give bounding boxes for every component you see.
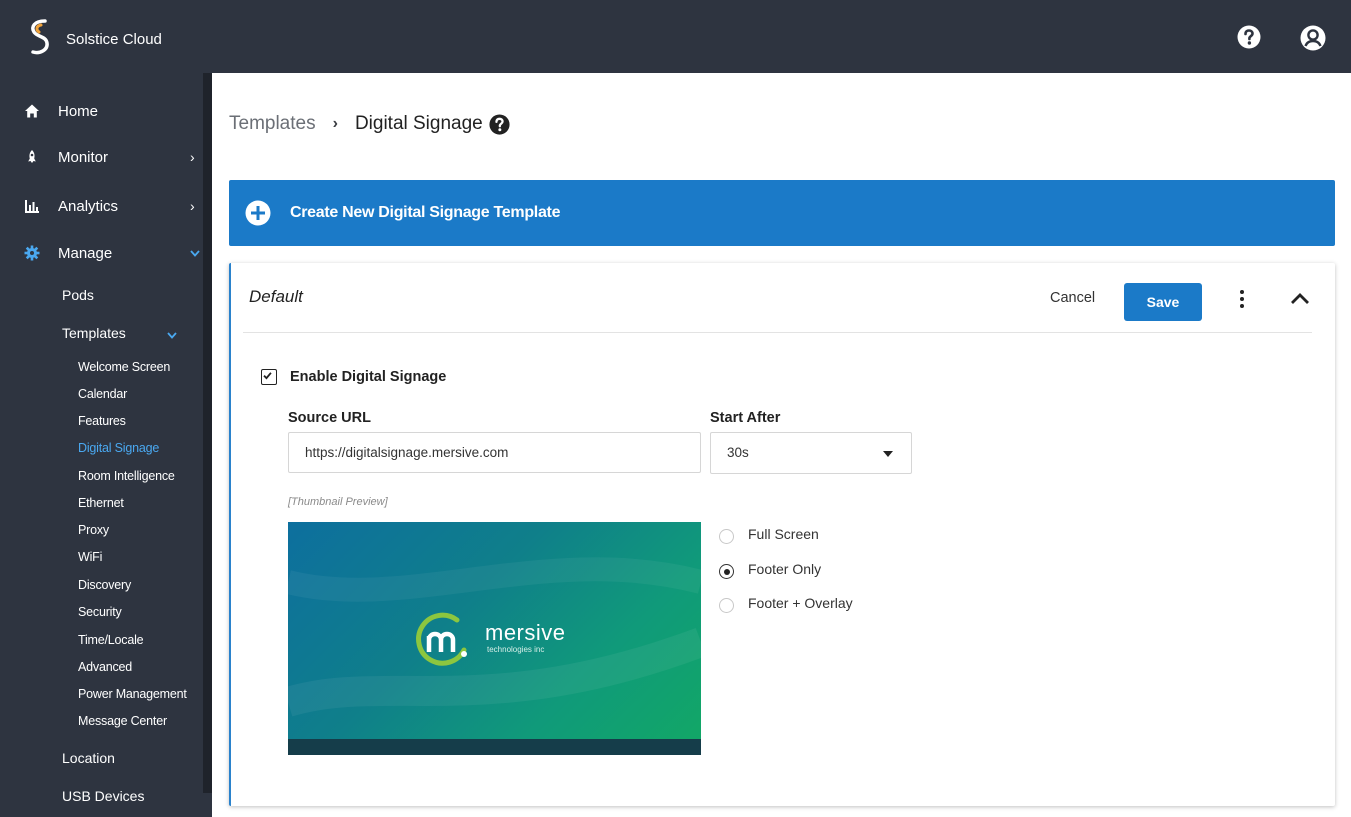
source-url-label: Source URL [288,410,371,426]
mersive-logo-icon [416,612,467,666]
sidebar-item-room-intelligence[interactable]: Room Intelligence [78,469,175,483]
sidebar-item-home[interactable]: Home [0,91,203,131]
sidebar-item-manage[interactable]: Manage [0,233,203,273]
radio-footer-only[interactable] [719,564,734,579]
card-divider [243,332,1312,333]
start-after-value: 30s [727,445,749,460]
sidebar-item-label: Home [58,102,99,120]
chevron-up-icon[interactable] [1289,289,1311,309]
sidebar-item-digital-signage[interactable]: Digital Signage [78,441,159,455]
user-account-icon[interactable] [1300,25,1326,51]
sidebar-item-usb-devices[interactable]: USB Devices [62,788,144,804]
start-after-label: Start After [710,410,781,426]
chevron-down-icon [167,332,177,339]
chevron-right-icon: › [190,149,195,165]
bar-chart-icon [25,200,39,213]
sidebar-item-discovery[interactable]: Discovery [78,578,131,592]
thumbnail-brand-sub: technologies inc [487,645,545,654]
radio-label-full-screen: Full Screen [748,526,819,542]
radio-full-screen[interactable] [719,529,734,544]
sidebar-item-advanced[interactable]: Advanced [78,660,132,674]
sidebar-item-ethernet[interactable]: Ethernet [78,496,124,510]
save-button[interactable]: Save [1124,283,1202,321]
plus-circle-icon [245,200,271,226]
checkmark-icon [263,372,272,380]
thumbnail-preview: mersive technologies inc [288,522,701,755]
app-name: Solstice Cloud [66,31,162,48]
create-template-button[interactable]: Create New Digital Signage Template [229,180,1335,246]
sidebar-item-label: Manage [58,244,113,262]
sidebar-item-message-center[interactable]: Message Center [78,714,167,728]
radio-label-footer-overlay: Footer + Overlay [748,595,853,611]
breadcrumb-separator-icon: › [332,115,338,132]
thumbnail-caption: [Thumbnail Preview] [288,496,388,508]
rocket-icon [28,150,36,163]
solstice-logo-icon[interactable] [26,17,54,57]
template-card: Default Cancel Save Enable Digital Signa… [229,263,1335,806]
sidebar-item-location[interactable]: Location [62,750,115,766]
enable-digital-signage-checkbox[interactable] [261,369,277,385]
chevron-down-icon [190,250,200,257]
sidebar-item-welcome-screen[interactable]: Welcome Screen [78,360,170,374]
sidebar-item-time-locale[interactable]: Time/Locale [78,633,144,647]
breadcrumb: Templates › Digital Signage [229,113,510,135]
radio-footer-overlay[interactable] [719,598,734,613]
start-after-select[interactable]: 30s [710,432,912,474]
top-bar: Solstice Cloud [0,0,1351,73]
template-name: Default [249,287,303,306]
chevron-right-icon: › [190,198,195,214]
thumbnail-brand: mersive [485,620,566,645]
breadcrumb-templates-link[interactable]: Templates [229,113,316,135]
sidebar: Home Monitor › Analytics › Manage Pods T… [0,73,212,817]
sidebar-item-monitor[interactable]: Monitor › [0,137,203,177]
cancel-button[interactable]: Cancel [1050,290,1095,306]
sidebar-item-label: Analytics [58,197,119,215]
more-options-icon[interactable] [1232,288,1252,310]
radio-label-footer-only: Footer Only [748,561,822,577]
sidebar-scrollbar[interactable] [203,73,212,793]
sidebar-item-wifi[interactable]: WiFi [78,550,102,564]
sidebar-item-templates[interactable]: Templates [62,325,126,341]
sidebar-item-analytics[interactable]: Analytics › [0,186,203,226]
enable-digital-signage-label: Enable Digital Signage [290,369,447,385]
create-template-label: Create New Digital Signage Template [290,204,561,221]
sidebar-item-features[interactable]: Features [78,414,126,428]
page-title: Digital Signage [354,113,483,134]
home-icon [25,104,39,118]
help-icon[interactable] [1237,25,1261,49]
help-icon[interactable] [489,113,510,135]
gear-icon [24,245,40,261]
sidebar-item-pods[interactable]: Pods [62,287,94,303]
sidebar-item-power-management[interactable]: Power Management [78,687,187,701]
sidebar-item-security[interactable]: Security [78,605,122,619]
sidebar-item-proxy[interactable]: Proxy [78,523,109,537]
caret-down-icon [883,451,893,457]
sidebar-item-label: Monitor [58,148,109,166]
source-url-input[interactable] [288,432,701,473]
sidebar-item-calendar[interactable]: Calendar [78,387,127,401]
thumbnail-footer-bar [288,739,701,755]
